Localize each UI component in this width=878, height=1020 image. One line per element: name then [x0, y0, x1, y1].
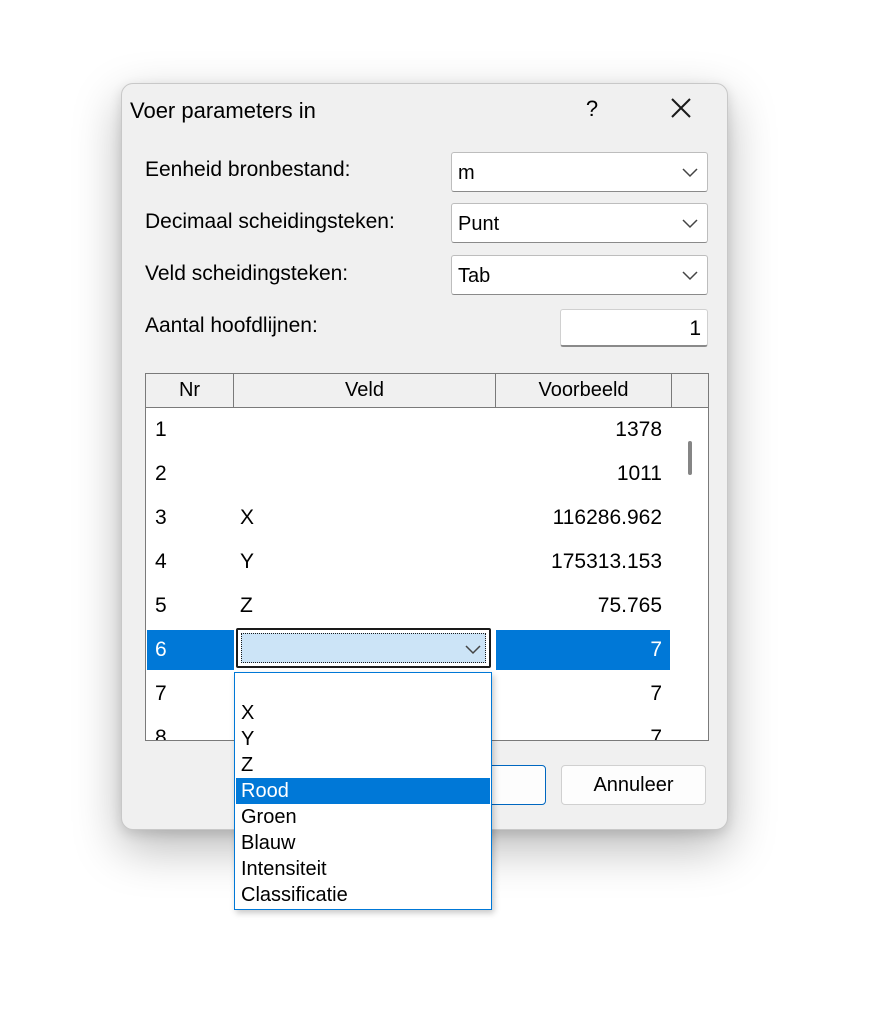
table-row[interactable]: 1 1378	[146, 408, 670, 452]
unit-select[interactable]: m	[451, 152, 708, 192]
field-separator-select[interactable]: Tab	[451, 255, 708, 295]
table-row[interactable]: 5 Z 75.765	[146, 584, 670, 628]
cell-nr: 2	[155, 462, 167, 485]
unit-select-value: m	[458, 162, 475, 184]
table-row[interactable]: 2 1011	[146, 452, 670, 496]
dropdown-option-x[interactable]: X	[236, 700, 490, 726]
chevron-down-icon	[682, 219, 698, 229]
cell-field[interactable]: X	[240, 498, 494, 538]
cell-nr: 3	[155, 506, 167, 529]
close-button[interactable]	[659, 90, 705, 128]
grid-scrollbar[interactable]	[672, 408, 708, 740]
dropdown-option-classificatie[interactable]: Classificatie	[236, 882, 490, 908]
decimal-label: Decimaal scheidingsteken:	[145, 210, 395, 233]
cell-nr: 1	[155, 418, 167, 441]
dropdown-option-blauw[interactable]: Blauw	[236, 830, 490, 856]
field-cell-combobox[interactable]	[236, 628, 491, 668]
cell-nr: 6	[147, 630, 234, 670]
cell-field[interactable]: Y	[240, 542, 494, 582]
field-cell-combobox-focus	[241, 633, 486, 663]
cell-nr: 5	[155, 594, 167, 617]
table-row[interactable]: 4 Y 175313.153	[146, 540, 670, 584]
cell-example: 7	[650, 682, 662, 705]
dropdown-option-z[interactable]: Z	[236, 752, 490, 778]
column-header-nr[interactable]: Nr	[146, 374, 234, 407]
help-button[interactable]: ?	[577, 92, 607, 126]
scrollbar-thumb[interactable]	[688, 441, 692, 475]
cell-field[interactable]: Z	[240, 586, 494, 626]
decimal-select-value: Punt	[458, 213, 500, 235]
chevron-down-icon	[682, 271, 698, 281]
chevron-down-icon	[682, 168, 698, 178]
cell-example: 75.765	[597, 594, 662, 617]
dropdown-option-empty[interactable]	[236, 674, 490, 700]
close-icon	[671, 98, 691, 118]
table-row-selected[interactable]: 6 7	[146, 628, 670, 672]
cell-nr: 7	[155, 682, 167, 705]
field-dropdown-list: X Y Z Rood Groen Blauw Intensiteit Class…	[234, 672, 492, 910]
unit-label: Eenheid bronbestand:	[145, 158, 351, 181]
cell-example: 7	[496, 630, 670, 670]
decimal-select[interactable]: Punt	[451, 203, 708, 243]
cancel-button[interactable]: Annuleer	[561, 765, 706, 805]
cell-example: 7	[650, 726, 662, 741]
chevron-down-icon	[465, 645, 481, 655]
cell-field[interactable]	[240, 410, 494, 450]
cell-example: 1011	[616, 462, 662, 485]
cell-example: 116286.962	[552, 506, 662, 529]
cell-field[interactable]	[240, 454, 494, 494]
field-separator-value: Tab	[458, 265, 491, 287]
field-separator-label: Veld scheidingsteken:	[145, 262, 349, 285]
header-lines-value: 1	[689, 317, 701, 340]
cell-example: 1378	[615, 418, 662, 441]
column-header-voorbeeld[interactable]: Voorbeeld	[496, 374, 672, 407]
cell-example: 175313.153	[551, 550, 662, 573]
dropdown-option-intensiteit[interactable]: Intensiteit	[236, 856, 490, 882]
title-bar: Voer parameters in ?	[122, 84, 727, 136]
grid-header: Nr Veld Voorbeeld	[146, 374, 708, 408]
header-lines-label: Aantal hoofdlijnen:	[145, 314, 318, 337]
table-row[interactable]: 3 X 116286.962	[146, 496, 670, 540]
dialog-title: Voer parameters in	[130, 98, 316, 123]
dropdown-option-rood[interactable]: Rood	[236, 778, 490, 804]
cell-nr: 8	[155, 726, 167, 741]
dropdown-option-y[interactable]: Y	[236, 726, 490, 752]
column-header-veld[interactable]: Veld	[234, 374, 496, 407]
header-lines-input[interactable]: 1	[560, 309, 708, 347]
cell-nr: 4	[155, 550, 167, 573]
dropdown-option-groen[interactable]: Groen	[236, 804, 490, 830]
